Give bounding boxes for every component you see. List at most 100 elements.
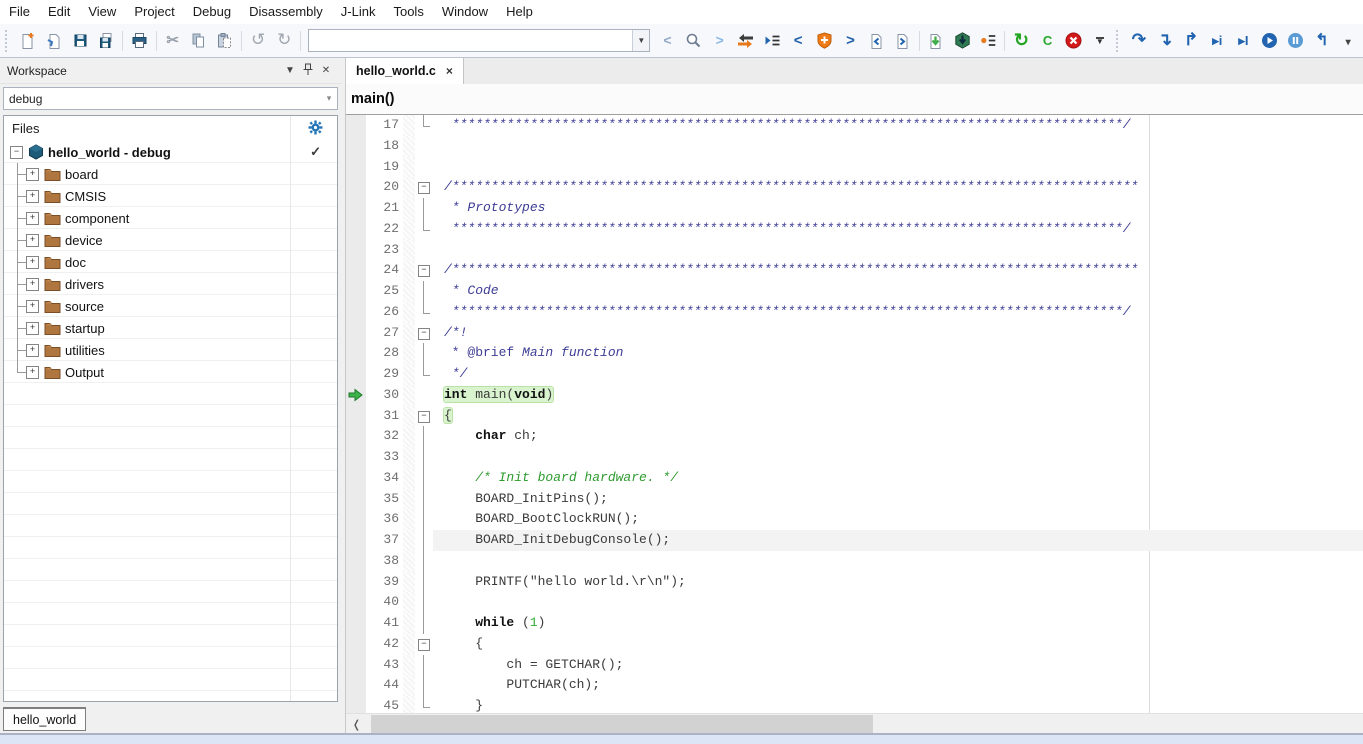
code-content[interactable]	[433, 240, 1363, 261]
expand-icon[interactable]: +	[26, 256, 39, 269]
step-into-button[interactable]: ↴	[1153, 28, 1177, 53]
code-line-20[interactable]: 20−/************************************…	[346, 177, 1363, 198]
code-line-33[interactable]: 33	[346, 447, 1363, 468]
code-line-36[interactable]: 36 BOARD_BootClockRUN();	[346, 509, 1363, 530]
bookmark-toggle-button[interactable]	[812, 28, 836, 53]
breakpoint-margin[interactable]	[346, 489, 366, 510]
find-input[interactable]	[309, 32, 632, 49]
copy-button[interactable]	[187, 28, 211, 53]
goto-function-list-button[interactable]	[760, 28, 784, 53]
redo-button[interactable]: ↻	[272, 28, 296, 53]
save-button[interactable]	[68, 28, 92, 53]
breakpoint-margin[interactable]	[346, 592, 366, 613]
breakpoint-margin[interactable]	[346, 157, 366, 178]
breakpoint-margin[interactable]	[346, 385, 366, 406]
breakpoint-margin[interactable]	[346, 281, 366, 302]
breakpoint-margin[interactable]	[346, 219, 366, 240]
next-statement-button[interactable]: ▸i	[1205, 28, 1229, 53]
breakpoint-margin[interactable]	[346, 302, 366, 323]
code-content[interactable]: BOARD_InitPins();	[433, 489, 1363, 510]
code-content[interactable]: ch = GETCHAR();	[433, 655, 1363, 676]
doc-next-button[interactable]	[891, 28, 915, 53]
tree-item-utilities[interactable]: +utilities	[4, 339, 337, 361]
editor-tab-hello-world-c[interactable]: hello_world.c ×	[346, 58, 464, 84]
function-nav-bar[interactable]: main()	[346, 84, 1363, 115]
dropdown-button[interactable]: ▾	[1336, 28, 1360, 53]
code-line-27[interactable]: 27−/*!	[346, 323, 1363, 344]
breakpoint-margin[interactable]	[346, 634, 366, 655]
breakpoint-margin[interactable]	[346, 240, 366, 261]
menu-file[interactable]: File	[0, 0, 39, 24]
code-line-39[interactable]: 39 PRINTF("hello world.\r\n");	[346, 572, 1363, 593]
fold-collapse-icon[interactable]: −	[418, 639, 430, 651]
code-content[interactable]: /*!	[433, 323, 1363, 344]
angle-prev-button[interactable]: <	[786, 28, 810, 53]
code-content[interactable]	[433, 592, 1363, 613]
code-content[interactable]	[433, 136, 1363, 157]
breakpoint-margin[interactable]	[346, 530, 366, 551]
code-line-32[interactable]: 32 char ch;	[346, 426, 1363, 447]
expand-icon[interactable]: +	[26, 190, 39, 203]
workspace-tab-hello-world[interactable]: hello_world	[3, 707, 86, 731]
fold-collapse-icon[interactable]: −	[418, 328, 430, 340]
code-content[interactable]: BOARD_InitDebugConsole();	[433, 530, 1363, 551]
breakpoint-margin[interactable]	[346, 406, 366, 427]
scrollbar-thumb[interactable]	[371, 715, 873, 734]
expand-icon[interactable]: +	[26, 300, 39, 313]
print-button[interactable]	[127, 28, 151, 53]
breakpoint-margin[interactable]	[346, 551, 366, 572]
expand-icon[interactable]: +	[26, 234, 39, 247]
code-content[interactable]: ****************************************…	[433, 302, 1363, 323]
tree-item-drivers[interactable]: +drivers	[4, 273, 337, 295]
step-over-button[interactable]: ↷	[1127, 28, 1151, 53]
code-line-18[interactable]: 18	[346, 136, 1363, 157]
code-line-30[interactable]: 30int main(void)	[346, 385, 1363, 406]
horizontal-scrollbar[interactable]: ❬	[346, 713, 1363, 735]
overflow-button[interactable]: ▼	[1088, 28, 1112, 53]
code-content[interactable]: }	[433, 696, 1363, 714]
expand-icon[interactable]: +	[26, 168, 39, 181]
breakpoint-margin[interactable]	[346, 509, 366, 530]
tree-item-output[interactable]: +Output	[4, 361, 337, 383]
breakpoint-margin[interactable]	[346, 468, 366, 489]
pin-icon[interactable]	[299, 63, 317, 79]
break-button[interactable]	[1284, 28, 1308, 53]
run-to-cursor-button[interactable]: ▸I	[1231, 28, 1255, 53]
fold-collapse-icon[interactable]: −	[418, 265, 430, 277]
code-content[interactable]: * @brief Main function	[433, 343, 1363, 364]
tree-item-board[interactable]: +board	[4, 163, 337, 185]
breakpoint-margin[interactable]	[346, 364, 366, 385]
menu-debug[interactable]: Debug	[184, 0, 240, 24]
code-content[interactable]	[433, 551, 1363, 572]
breakpoint-margin[interactable]	[346, 343, 366, 364]
tab-close-icon[interactable]: ×	[446, 64, 453, 78]
find-button[interactable]	[681, 28, 705, 53]
code-content[interactable]: PUTCHAR(ch);	[433, 675, 1363, 696]
menu-edit[interactable]: Edit	[39, 0, 79, 24]
code-content[interactable]: {	[433, 406, 1363, 427]
code-content[interactable]: while (1)	[433, 613, 1363, 634]
toolbar-grip[interactable]	[1116, 30, 1123, 52]
undo-button[interactable]: ↺	[246, 28, 270, 53]
code-content[interactable]: BOARD_BootClockRUN();	[433, 509, 1363, 530]
code-content[interactable]: */	[433, 364, 1363, 385]
expand-icon[interactable]: +	[26, 322, 39, 335]
menu-help[interactable]: Help	[497, 0, 542, 24]
toolbar-grip[interactable]	[5, 30, 12, 52]
reset-button[interactable]: ↰	[1310, 28, 1334, 53]
tree-item-component[interactable]: +component	[4, 207, 337, 229]
fold-collapse-icon[interactable]: −	[418, 182, 430, 194]
download-active-button[interactable]	[924, 28, 948, 53]
cut-button[interactable]: ✂	[161, 28, 185, 53]
open-document-button[interactable]	[42, 28, 66, 53]
download-and-debug-button[interactable]	[950, 28, 974, 53]
angle-next-button[interactable]: >	[838, 28, 862, 53]
code-line-24[interactable]: 24−/************************************…	[346, 260, 1363, 281]
breakpoint-margin[interactable]	[346, 177, 366, 198]
code-content[interactable]	[433, 157, 1363, 178]
go-button[interactable]	[1258, 28, 1282, 53]
breakpoint-margin[interactable]	[346, 323, 366, 344]
code-line-38[interactable]: 38	[346, 551, 1363, 572]
breakpoint-margin[interactable]	[346, 115, 366, 136]
code-line-41[interactable]: 41 while (1)	[346, 613, 1363, 634]
